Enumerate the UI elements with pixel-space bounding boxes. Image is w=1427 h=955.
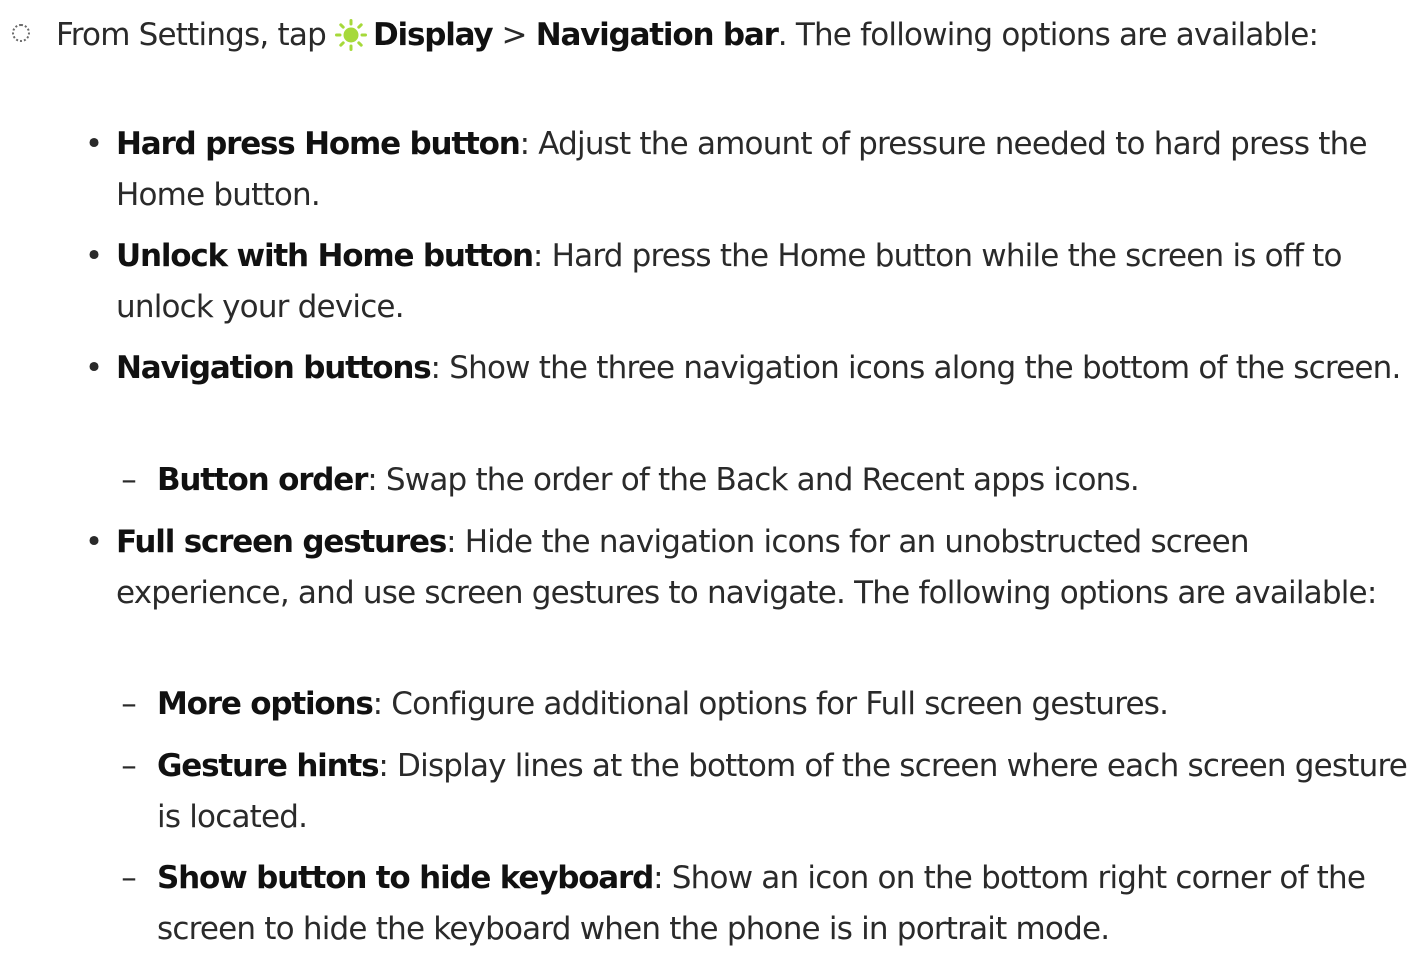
menu-path-display: Display xyxy=(373,17,494,53)
item-term: Unlock with Home button xyxy=(116,238,534,274)
bullet-marker: • xyxy=(84,524,104,560)
item-term: Gesture hints xyxy=(157,748,380,784)
item-desc: : Configure additional options for Full … xyxy=(372,686,1169,722)
dash-marker: – xyxy=(121,686,137,722)
item-term: Show button to hide keyboard xyxy=(157,860,654,896)
step-prefix: From Settings, tap xyxy=(56,17,335,53)
dash-marker: – xyxy=(121,462,137,498)
item-term: Hard press Home button xyxy=(116,126,521,162)
list-item-navigation-buttons: Navigation buttons: Show the three navig… xyxy=(116,343,1416,394)
list-subitem-more-options: More options: Configure additional optio… xyxy=(157,679,1417,730)
step-suffix: . The following options are available: xyxy=(777,17,1319,53)
list-subitem-button-order: Button order: Swap the order of the Back… xyxy=(157,455,1417,506)
item-term: Navigation buttons xyxy=(116,350,432,386)
display-brightness-icon xyxy=(335,19,367,51)
list-subitem-gesture-hints: Gesture hints: Display lines at the bott… xyxy=(157,741,1417,843)
list-item-full-screen-gestures: Full screen gestures: Hide the navigatio… xyxy=(116,517,1416,619)
item-term: Button order xyxy=(157,462,368,498)
step-marker-icon xyxy=(12,24,30,42)
item-desc: : Show the three navigation icons along … xyxy=(430,350,1402,386)
list-item-unlock-home: Unlock with Home button: Hard press the … xyxy=(116,231,1416,333)
dash-marker: – xyxy=(121,860,137,896)
bullet-marker: • xyxy=(84,238,104,274)
list-subitem-hide-keyboard-button: Show button to hide keyboard: Show an ic… xyxy=(157,853,1417,955)
instructions-page: From Settings, tap Display > Navigation … xyxy=(0,0,1427,948)
bullet-marker: • xyxy=(84,126,104,162)
list-item-hard-press-home: Hard press Home button: Adjust the amoun… xyxy=(116,119,1416,221)
bullet-marker: • xyxy=(84,350,104,386)
item-term: Full screen gestures xyxy=(116,524,447,560)
menu-path-navigation-bar: Navigation bar xyxy=(535,17,779,53)
step-text: From Settings, tap Display > Navigation … xyxy=(56,10,1416,61)
dash-marker: – xyxy=(121,748,137,784)
path-separator: > xyxy=(492,17,536,53)
item-desc: : Swap the order of the Back and Recent … xyxy=(367,462,1139,498)
item-term: More options xyxy=(157,686,374,722)
